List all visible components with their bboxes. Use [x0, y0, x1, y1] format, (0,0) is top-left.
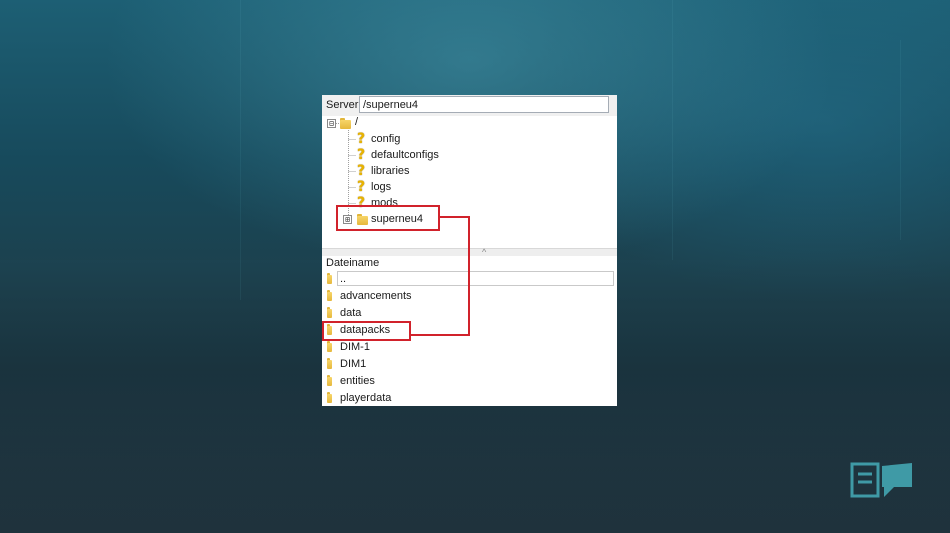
connector-line [411, 334, 470, 336]
list-item[interactable]: entities [322, 373, 617, 390]
list-item-label: advancements [340, 290, 412, 302]
folder-icon [327, 375, 332, 386]
folder-icon [327, 392, 332, 403]
background-line [240, 0, 241, 300]
list-item-label: playerdata [340, 392, 392, 404]
highlight-box-superneu4 [336, 205, 440, 231]
collapse-toggle-icon[interactable]: ⊟ [327, 119, 336, 128]
tree-item-config[interactable]: config [371, 133, 400, 145]
list-item[interactable]: playerdata [322, 390, 617, 406]
highlight-box-datapacks [322, 321, 411, 341]
folder-icon [327, 341, 332, 352]
ftp-client-panel: Server: ⊟ / ? config ? defaultconfigs ? … [322, 95, 617, 406]
list-item-focus-box [337, 271, 614, 286]
question-icon: ? [357, 131, 366, 147]
list-item[interactable]: DIM-1 [322, 339, 617, 356]
background-line [672, 0, 673, 260]
brand-logo-icon [850, 462, 912, 498]
question-icon: ? [357, 147, 366, 163]
list-item-label: DIM-1 [340, 341, 370, 353]
list-item-label: DIM1 [340, 358, 367, 370]
background-line [900, 40, 901, 240]
question-icon: ? [357, 163, 366, 179]
tree-root-label[interactable]: / [355, 116, 358, 128]
list-item-label: entities [340, 375, 375, 387]
column-header-filename[interactable]: Dateiname [326, 257, 379, 269]
folder-icon [327, 273, 332, 284]
list-item-label: data [340, 307, 362, 319]
list-item[interactable]: DIM1 [322, 356, 617, 373]
folder-icon [340, 118, 351, 129]
tree-item-defaultconfigs[interactable]: defaultconfigs [371, 149, 439, 161]
tree-item-logs[interactable]: logs [371, 181, 391, 193]
folder-icon [327, 307, 332, 318]
folder-icon [327, 358, 332, 369]
folder-icon [327, 290, 332, 301]
tree-item-libraries[interactable]: libraries [371, 165, 410, 177]
connector-line [440, 216, 470, 218]
connector-line [468, 216, 470, 336]
list-item-label: .. [340, 273, 347, 285]
question-icon: ? [357, 179, 366, 195]
